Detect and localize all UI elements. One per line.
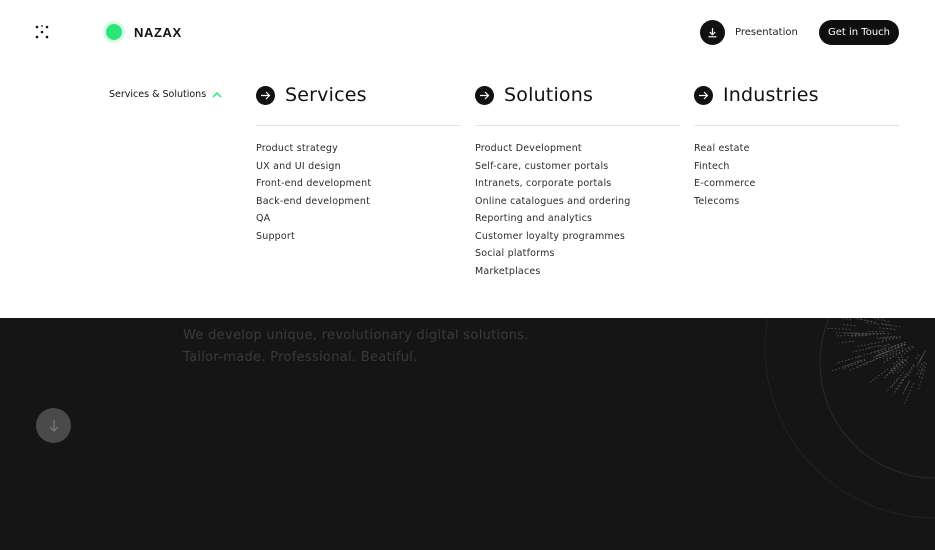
particle-ray (885, 369, 893, 376)
industries-title: Industries (723, 84, 819, 106)
menu-link[interactable]: Self-care, customer portals (475, 160, 680, 178)
menu-link[interactable]: Marketplaces (475, 265, 680, 283)
particle-ray (871, 318, 890, 323)
menu-link[interactable]: Back-end development (256, 195, 461, 213)
particle-ray (867, 368, 889, 385)
hero-subtagline: Tailor-made. Professional. Beatiful. (183, 350, 418, 365)
particle-ray (885, 378, 898, 393)
arrow-right-icon (475, 85, 494, 105)
divider (475, 125, 680, 126)
services-column: Services Product strategy UX and UI desi… (256, 84, 461, 247)
particle-ray (915, 354, 920, 360)
chevron-up-icon (212, 91, 222, 98)
menu-link[interactable]: Intranets, corporate portals (475, 177, 680, 195)
solutions-title: Solutions (504, 84, 594, 106)
arrow-right-icon (256, 85, 275, 105)
particle-ray (918, 369, 923, 379)
menu-link[interactable]: Online catalogues and ordering (475, 195, 680, 213)
particle-ray (882, 344, 891, 348)
divider (256, 125, 461, 126)
brand-name: NAZAX (134, 24, 182, 40)
services-title: Services (285, 84, 367, 106)
particle-ray (882, 337, 901, 342)
menu-link[interactable]: Product Development (475, 142, 680, 160)
download-icon (708, 28, 717, 38)
particle-ray (831, 360, 861, 372)
presentation-link[interactable]: Presentation (700, 20, 798, 45)
particle-ray (856, 318, 877, 323)
particle-ray (839, 340, 855, 344)
brand-status-dot (106, 24, 122, 40)
mega-menu: NAZAX Presentation Get in Touch Services… (0, 0, 935, 318)
menu-link[interactable]: Customer loyalty programmes (475, 230, 680, 248)
particle-ray (856, 348, 886, 358)
particle-ray (874, 350, 888, 357)
particle-ray (852, 347, 871, 353)
particle-ray (866, 330, 884, 333)
hero-particle-art (764, 318, 935, 519)
menu-link[interactable]: UX and UI design (256, 160, 461, 178)
menu-link[interactable]: Social platforms (475, 247, 680, 265)
menu-link[interactable]: Telecoms (694, 195, 899, 213)
particle-ray (837, 318, 852, 321)
particle-ray (904, 383, 914, 404)
services-solutions-toggle[interactable]: Services & Solutions (109, 89, 222, 100)
menu-link[interactable]: Front-end development (256, 177, 461, 195)
solutions-column: Solutions Product Development Self-care,… (475, 84, 680, 282)
particle-ray (864, 353, 887, 365)
scroll-down-button[interactable] (36, 408, 71, 443)
presentation-label: Presentation (735, 27, 798, 38)
arrow-down-icon (49, 419, 58, 432)
get-in-touch-button[interactable]: Get in Touch (819, 20, 899, 45)
divider (694, 125, 899, 126)
particle-ray (834, 334, 870, 337)
menu-link[interactable]: Real estate (694, 142, 899, 160)
particle-ray (856, 357, 879, 368)
particle-ray (835, 355, 861, 364)
particle-ray (853, 318, 872, 322)
solutions-list: Product Development Self-care, customer … (475, 142, 680, 282)
download-button[interactable] (700, 20, 725, 45)
menu-link[interactable]: Product strategy (256, 142, 461, 160)
particle-ray (827, 328, 851, 330)
menu-link[interactable]: Support (256, 230, 461, 248)
dots-logo-icon[interactable] (34, 24, 50, 40)
particle-ray (891, 371, 904, 388)
particle-ray (854, 341, 884, 348)
particle-ray (904, 381, 910, 391)
particle-ray (843, 324, 856, 327)
particle-ray (900, 359, 907, 365)
hero-tagline: We develop unique, revolutionary digital… (183, 328, 529, 343)
menu-link[interactable]: E-commerce (694, 177, 899, 195)
services-heading[interactable]: Services (256, 84, 461, 106)
particle-ray (864, 321, 879, 325)
solutions-heading[interactable]: Solutions (475, 84, 680, 106)
particle-ray (893, 373, 907, 392)
particle-ray (847, 362, 868, 372)
particle-ray (906, 365, 915, 378)
particle-ray (889, 358, 904, 371)
menu-link[interactable]: QA (256, 212, 461, 230)
menu-link[interactable]: Reporting and analytics (475, 212, 680, 230)
industries-list: Real estate Fintech E-commerce Telecoms (694, 142, 899, 212)
industries-column: Industries Real estate Fintech E-commerc… (694, 84, 899, 212)
particle-ray (877, 327, 895, 330)
particle-ray (918, 377, 923, 390)
brand[interactable]: NAZAX (106, 24, 182, 40)
services-list: Product strategy UX and UI design Front-… (256, 142, 461, 247)
particle-ray (851, 335, 867, 337)
arrow-right-icon (694, 85, 713, 105)
menu-link[interactable]: Fintech (694, 160, 899, 178)
industries-heading[interactable]: Industries (694, 84, 899, 106)
nav-toggle-label: Services & Solutions (109, 89, 207, 100)
